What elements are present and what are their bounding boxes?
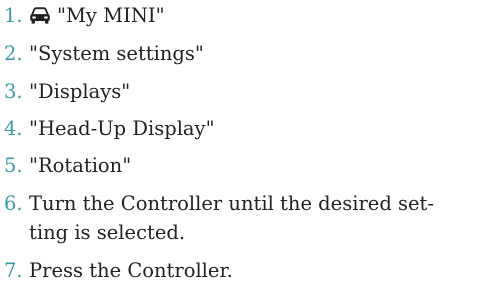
step-number: 1. [4,4,23,27]
step-number: 7. [4,259,23,282]
step-number: 6. [4,192,23,215]
step-text: "My MINI" [29,1,165,30]
step-text: "System settings" [29,42,204,65]
step-text: "Rotation" [29,154,132,177]
step-number: 2. [4,42,23,65]
step-text-line-2: ting is selected. [29,221,186,244]
step-text-line-1: Turn the Controller until the desired se… [29,192,434,215]
step-text: "Displays" [29,80,131,103]
step-number: 5. [4,154,23,177]
step-number: 4. [4,117,23,140]
car-icon [30,7,50,24]
step-text: Press the Controller. [29,259,233,282]
step-text: "Head-Up Display" [29,117,215,140]
step-label: "My MINI" [57,4,165,27]
step-number: 3. [4,80,23,103]
